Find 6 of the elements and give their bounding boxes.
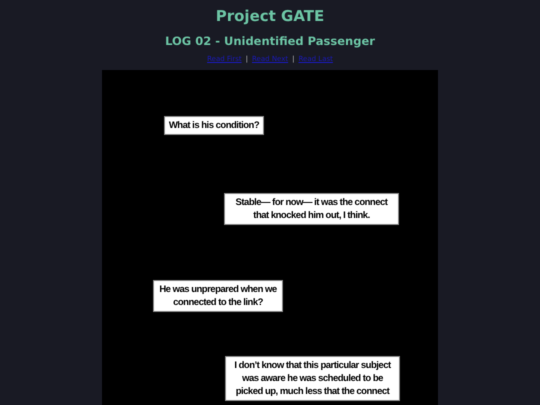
caption-box: What is his condition?	[164, 116, 264, 135]
site-title: Project GATE	[216, 6, 324, 26]
caption-box: Stable— for now— it was the connect that knocked him out, I think.	[224, 193, 399, 225]
log-title: LOG 02 - Unidentified Passenger	[165, 34, 375, 49]
caption-box: I don’t know that this particular subject was aware he was scheduled to be picked up, much less that the connect	[225, 356, 400, 401]
caption-box: He was unprepared when we connected to the link?	[153, 280, 283, 312]
